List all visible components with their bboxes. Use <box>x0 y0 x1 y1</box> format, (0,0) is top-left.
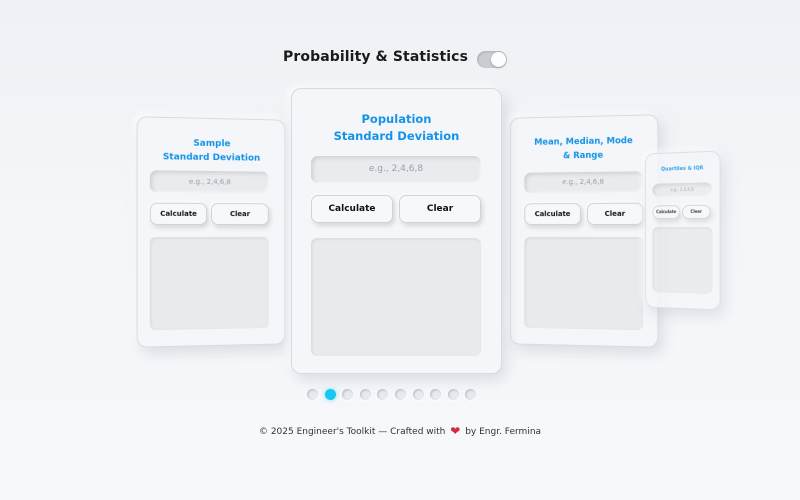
footer-prefix: © 2025 Engineer's Toolkit — Crafted with <box>258 427 446 437</box>
calculate-button[interactable]: Calculate <box>149 202 208 225</box>
pagination-dot[interactable] <box>377 389 389 400</box>
clear-button[interactable]: Clear <box>211 202 269 226</box>
calculate-button[interactable]: Calculate <box>524 203 582 226</box>
calculator-card-quartiles-iqr[interactable]: Quartiles & IQR e.g., 2,4,6,8 Calculate … <box>644 150 721 311</box>
numbers-input[interactable]: e.g., 2,4,6,8 <box>524 171 644 194</box>
app-stage: Probability & Statistics Sample Standard… <box>0 0 800 500</box>
card-title: Population Standard Deviation <box>333 112 460 143</box>
pagination-dot[interactable] <box>324 389 336 400</box>
carousel-pagination <box>307 389 477 400</box>
card-title: Sample Standard Deviation <box>162 138 261 164</box>
toggle-knob <box>491 52 506 67</box>
calculate-button[interactable]: Calculate <box>311 195 393 223</box>
result-output <box>311 238 481 356</box>
pagination-dot[interactable] <box>465 389 477 400</box>
pagination-dot[interactable] <box>412 389 424 400</box>
pagination-dot[interactable] <box>307 389 318 400</box>
calculator-card-population-std-dev[interactable]: Population Standard Deviation e.g., 2,4,… <box>291 88 502 374</box>
numbers-input[interactable]: e.g., 2,4,6,8 <box>652 182 713 198</box>
numbers-input[interactable]: e.g., 2,4,6,8 <box>149 170 269 194</box>
pagination-dot[interactable] <box>359 389 371 400</box>
result-output <box>149 236 269 331</box>
page-title: Probability & Statistics <box>283 49 469 65</box>
pagination-dot[interactable] <box>394 389 406 400</box>
theme-toggle[interactable] <box>477 51 507 68</box>
result-output <box>524 236 644 331</box>
card-title: Quartiles & IQR <box>661 165 704 173</box>
footer-suffix: by Engr. Fermina <box>465 427 542 437</box>
numbers-input[interactable]: e.g., 2,4,6,8 <box>311 156 481 183</box>
calculator-card-mean-median-mode[interactable]: Mean, Median, Mode & Range e.g., 2,4,6,8… <box>509 114 659 348</box>
pagination-dot[interactable] <box>447 389 459 400</box>
calculate-button[interactable]: Calculate <box>652 205 681 220</box>
calculator-card-sample-std-dev[interactable]: Sample Standard Deviation e.g., 2,4,6,8 … <box>136 116 286 348</box>
clear-button[interactable]: Clear <box>399 195 481 223</box>
pagination-dot[interactable] <box>430 389 442 400</box>
heart-icon: ❤ <box>450 424 461 438</box>
card-title: Mean, Median, Mode & Range <box>534 136 633 162</box>
result-output <box>652 226 713 294</box>
clear-button[interactable]: Clear <box>682 204 711 219</box>
clear-button[interactable]: Clear <box>586 202 644 225</box>
pagination-dot[interactable] <box>342 389 354 400</box>
footer: © 2025 Engineer's Toolkit — Crafted with… <box>0 424 800 438</box>
